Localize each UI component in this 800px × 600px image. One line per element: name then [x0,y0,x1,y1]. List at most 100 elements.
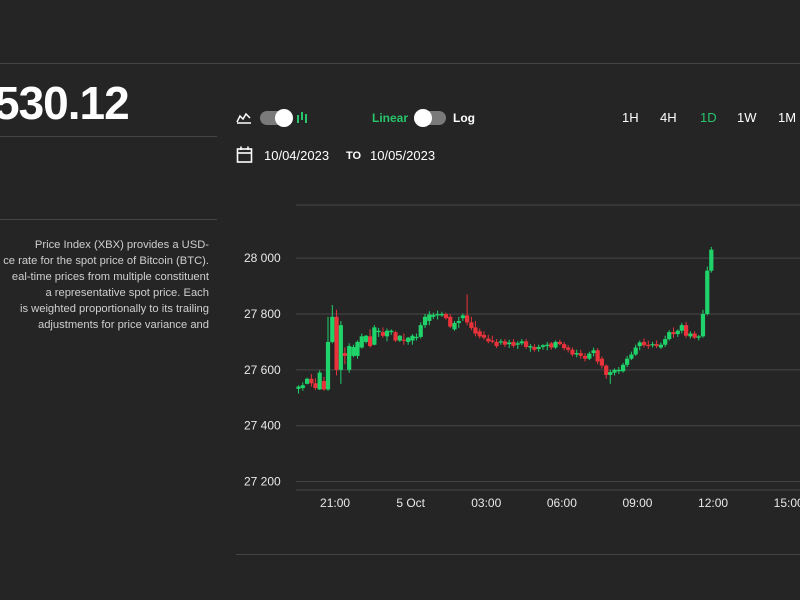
candle-body [625,358,630,365]
candle [355,340,360,359]
candle-body [393,332,398,341]
candle-body [536,346,541,349]
candle-body [448,316,453,327]
candle [448,313,453,328]
candle [637,340,642,351]
candle-body [667,332,672,340]
candle [683,321,689,338]
candle-body [528,346,533,348]
candle-body [401,339,406,341]
candle-body [566,347,571,350]
candle [384,328,390,342]
candle-body [650,344,655,346]
price-chart[interactable]: 27 200 27 400 27 600 27 800 28 000 21:00 5 Oct… [0,0,800,600]
candle-body [363,335,369,342]
candle [414,333,419,341]
candle [658,342,663,349]
candle-body [663,339,668,345]
candle-body [570,349,575,355]
candle [540,344,546,350]
candle-body [675,330,680,335]
candle-body [545,344,550,347]
candle-body [418,325,423,337]
candle-body [355,341,360,356]
candle-body [511,341,516,346]
candle-body [587,353,592,359]
candle-body [367,336,373,347]
candle [338,320,343,384]
candle [507,339,512,349]
candle [641,338,647,348]
candle [671,327,676,338]
candle-body [435,313,440,316]
y-tick-label: 27 600 [244,363,281,377]
candle [650,341,655,348]
candle-body [410,335,415,341]
candle [679,322,684,334]
candle [692,331,697,340]
candle-body [351,346,356,356]
x-tick-label: 15:00 [774,496,800,510]
candle-body [481,334,487,338]
candle-body [582,355,588,359]
candle-body [376,330,381,333]
candle-body [296,386,301,389]
candle-body [683,325,689,336]
candle-body [502,341,508,345]
candle-body [498,341,503,343]
candle-body [384,330,390,337]
candle [545,341,550,351]
candle-body [389,330,394,333]
candle-body [688,333,693,337]
bottom-divider [236,554,800,555]
candle-body [347,346,352,370]
candle-body [637,342,642,347]
candle [629,351,634,361]
candle [406,336,411,345]
candle-body [443,313,449,319]
candle [313,378,318,390]
candle-body [620,364,626,372]
candle [452,320,457,331]
candle-body [700,313,706,337]
candle-body [452,322,457,330]
candle [578,349,583,359]
candle-body [309,378,314,384]
candle [633,344,638,356]
candle [620,362,626,373]
candle [599,356,605,369]
candle [309,374,314,387]
candle-body [519,341,524,344]
candle [393,330,398,342]
candle-body [460,315,465,319]
candle [376,327,381,337]
candle-body [330,316,335,342]
candle [490,335,495,344]
y-tick-label: 28 000 [244,251,281,265]
candle-body [397,335,402,341]
candle-body [325,341,331,390]
candle-body [599,358,605,366]
candle-body [507,342,512,345]
candle-body [465,315,470,323]
candle-body [456,320,461,323]
candle-body [473,327,478,334]
candle [481,331,487,340]
candle [359,333,364,349]
candle [709,246,714,273]
x-tick-label: 03:00 [471,496,501,510]
candle [410,334,415,345]
candle-body [612,369,617,373]
candle [494,339,499,349]
candle-body [439,313,445,316]
candle-body [654,344,659,347]
candle [334,309,339,376]
candle [372,325,377,346]
candle [325,316,331,391]
candle [700,309,706,338]
candle [498,339,503,345]
candle [604,364,609,379]
candle-body [696,336,701,338]
candle-body [705,270,710,314]
candle [591,347,596,357]
